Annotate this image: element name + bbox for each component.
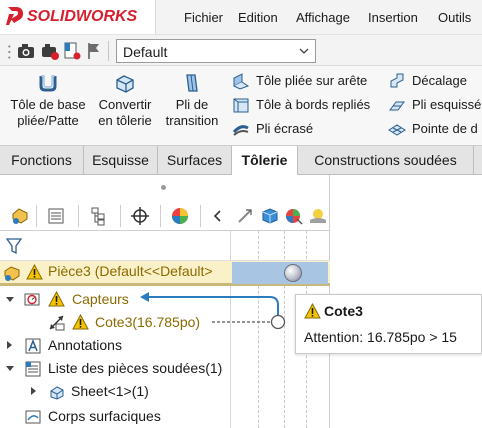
sketched-bend-label: Pli esquissé	[412, 97, 482, 112]
miter-flange-label: Tôle à bords repliés	[256, 97, 371, 112]
menu-affichage[interactable]: Affichage	[296, 10, 350, 25]
menu-outils[interactable]: Outils	[438, 10, 471, 25]
cross-break-button[interactable]: Pointe de d	[388, 119, 482, 139]
hem-button[interactable]: Pli écrasé	[232, 119, 382, 139]
tooltip-title: Cote3	[324, 303, 363, 319]
quick-access-toolbar: Default	[0, 34, 482, 66]
miter-flange-icon	[233, 98, 249, 113]
title-bar: SOLIDWORKS Fichier Edition Affichage Ins…	[0, 0, 482, 34]
quickbar-divider	[108, 41, 109, 61]
base-flange-icon	[39, 75, 57, 92]
lofted-bend-button[interactable]: Pli de transition	[160, 72, 224, 129]
solidworks-logo[interactable]: SOLIDWORKS	[0, 0, 156, 34]
convert-to-sheet-metal-icon	[116, 75, 134, 93]
menu-insertion[interactable]: Insertion	[368, 10, 418, 25]
tab-tolerie[interactable]: Tôlerie	[232, 146, 298, 176]
camera-icon[interactable]	[16, 41, 36, 61]
sketched-bend-button[interactable]: Pli esquissé	[388, 95, 482, 115]
jog-label: Décalage	[412, 73, 467, 88]
edge-flange-icon	[233, 73, 250, 90]
miter-flange-button[interactable]: Tôle à bords repliés	[232, 95, 382, 115]
base-flange-button[interactable]: Tôle de base pliée/Patte	[8, 72, 88, 129]
lofted-bend-label: Pli de transition	[165, 97, 219, 128]
convert-to-sheet-metal-label: Convertir en tôlerie	[98, 97, 152, 128]
tab-fonctions[interactable]: Fonctions	[0, 146, 84, 175]
tab-surfaces[interactable]: Surfaces	[158, 146, 232, 175]
cross-break-label: Pointe de d	[412, 121, 478, 136]
jog-button[interactable]: Décalage	[388, 71, 482, 91]
jog-icon	[390, 73, 404, 88]
tab-constructions-soudees[interactable]: Constructions soudées	[298, 146, 474, 175]
convert-to-sheet-metal-button[interactable]: Convertir en tôlerie	[92, 72, 158, 129]
warning-icon	[304, 303, 321, 319]
menu-edition[interactable]: Edition	[238, 10, 278, 25]
chevron-down-icon	[299, 48, 309, 54]
ds-logo-icon	[6, 7, 23, 25]
menu-fichier[interactable]: Fichier	[184, 10, 223, 25]
cross-break-icon	[388, 124, 406, 136]
hem-icon	[232, 125, 249, 136]
tooltip-message: Attention: 16.785po > 15	[304, 329, 457, 345]
command-manager-ribbon: Tôle de base pliée/Patte Convertir en tô…	[0, 66, 482, 145]
sensor-link-leader	[140, 292, 286, 330]
edge-flange-button[interactable]: Tôle pliée sur arête	[232, 71, 382, 91]
base-flange-label: Tôle de base pliée/Patte	[10, 97, 86, 128]
command-tabs: Fonctions Esquisse Surfaces Tôlerie Cons…	[0, 145, 482, 176]
sensor-warning-tooltip: Cote3 Attention: 16.785po > 15	[295, 294, 482, 354]
sketched-bend-icon	[389, 101, 405, 111]
tab-esquisse[interactable]: Esquisse	[84, 146, 158, 175]
configuration-value: Default	[123, 44, 168, 60]
hem-label: Pli écrasé	[256, 121, 314, 136]
flag-icon[interactable]	[84, 41, 104, 61]
configuration-select[interactable]: Default	[116, 39, 316, 63]
lofted-bend-icon	[186, 74, 198, 92]
screenshot-record-icon[interactable]	[40, 41, 60, 61]
edge-flange-label: Tôle pliée sur arête	[256, 73, 368, 88]
logo-wordmark: SOLIDWORKS	[27, 8, 138, 25]
bookmark-icon[interactable]	[62, 41, 82, 61]
feature-manager-panel: Pièce3 (Default<<Default> Capteurs Cote3…	[0, 175, 330, 428]
